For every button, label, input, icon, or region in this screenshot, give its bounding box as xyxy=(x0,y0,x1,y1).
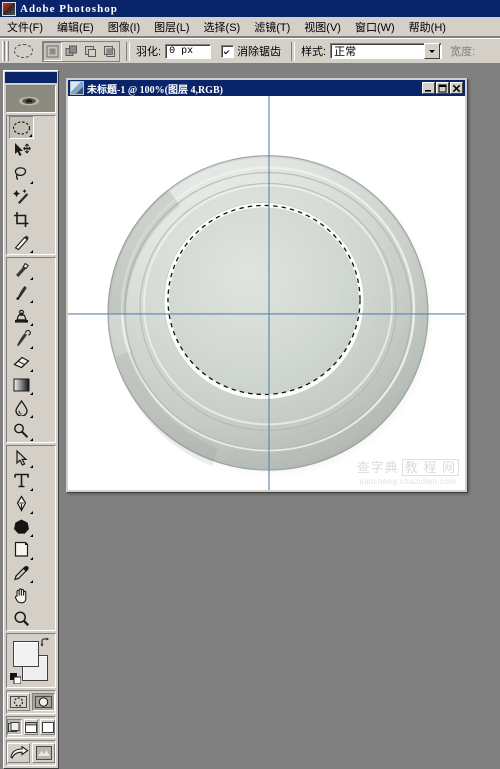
tool-magic-wand[interactable] xyxy=(9,185,34,208)
screen-mode-group xyxy=(6,716,56,738)
tool-dodge[interactable] xyxy=(9,419,34,442)
menu-filter[interactable]: 滤镜(T) xyxy=(247,17,297,37)
canvas-area[interactable]: 查字典教 程 网 jiaocheng.chazidian.com xyxy=(68,96,465,490)
tool-gradient[interactable] xyxy=(9,373,34,396)
photoshop-app-icon xyxy=(2,1,16,16)
photoshop-application-window: Adobe Photoshop 文件(F) 编辑(E) 图像(I) 图层(L) … xyxy=(0,0,500,769)
tool-blur[interactable] xyxy=(9,396,34,419)
menu-edit[interactable]: 编辑(E) xyxy=(50,17,101,37)
toolbox-group-vector xyxy=(6,445,56,631)
menu-file[interactable]: 文件(F) xyxy=(0,17,50,37)
foreground-color-swatch[interactable] xyxy=(13,641,39,667)
document-titlebar[interactable]: 未标题-1 @ 100%(图层 4,RGB) xyxy=(68,80,465,96)
jump-to-imageready-icon[interactable] xyxy=(7,743,30,763)
new-selection-icon[interactable] xyxy=(43,41,62,61)
menubar: 文件(F) 编辑(E) 图像(I) 图层(L) 选择(S) 滤镜(T) 视图(V… xyxy=(0,17,500,37)
menu-image[interactable]: 图像(I) xyxy=(101,17,147,37)
tool-pen[interactable] xyxy=(9,492,34,515)
tool-slice[interactable] xyxy=(9,231,34,254)
tool-hand[interactable] xyxy=(9,584,34,607)
subtract-from-selection-icon[interactable] xyxy=(81,42,100,61)
selection-mode-group xyxy=(42,40,120,62)
style-label: 样式: xyxy=(301,46,327,58)
tool-eraser[interactable] xyxy=(9,350,34,373)
maximize-button[interactable] xyxy=(436,82,449,94)
style-select[interactable]: 正常 xyxy=(330,43,443,59)
feather-input[interactable]: 0 px xyxy=(165,43,212,59)
antialias-label: 消除锯齿 xyxy=(237,46,282,58)
tool-notes[interactable] xyxy=(9,538,34,561)
tool-options-bar: 羽化: 0 px 消除锯齿 样式: 正常 宽度: xyxy=(0,38,500,64)
antialias-checkbox-box[interactable] xyxy=(221,44,235,58)
fullscreen-menubar-icon[interactable] xyxy=(23,719,39,735)
tool-path-selection[interactable] xyxy=(9,446,34,469)
photoshop-eye-logo xyxy=(6,85,56,113)
tool-crop[interactable] xyxy=(9,208,34,231)
default-colors-icon[interactable] xyxy=(10,673,21,684)
jump-to-imageready-group xyxy=(6,740,56,766)
width-label: 宽度: xyxy=(450,46,476,58)
toolbox-group-selection xyxy=(6,115,56,255)
fullscreen-icon[interactable] xyxy=(40,719,56,735)
tool-move[interactable] xyxy=(9,139,34,162)
antialias-checkbox[interactable]: 消除锯齿 xyxy=(221,43,285,59)
toolbox-palette xyxy=(3,70,59,769)
document-window: 未标题-1 @ 100%(图层 4,RGB) 查字典 教 程 网 jiaoche… xyxy=(66,78,467,492)
tool-elliptical-marquee[interactable] xyxy=(9,116,34,139)
tool-history-brush[interactable] xyxy=(9,327,34,350)
add-to-selection-icon[interactable] xyxy=(62,42,81,61)
elliptical-marquee-icon[interactable] xyxy=(12,41,34,61)
application-title: Adobe Photoshop xyxy=(20,2,118,15)
tool-zoom[interactable] xyxy=(9,607,34,630)
color-swatches-group xyxy=(6,633,56,688)
minimize-button[interactable] xyxy=(422,82,435,94)
feather-label: 羽化: xyxy=(136,46,162,58)
standard-mode-icon[interactable] xyxy=(7,693,30,711)
menu-view[interactable]: 视图(V) xyxy=(297,17,348,37)
swap-colors-icon[interactable] xyxy=(40,637,51,648)
intersect-selection-icon[interactable] xyxy=(100,42,119,61)
chevron-down-icon[interactable] xyxy=(424,43,441,59)
close-button[interactable] xyxy=(450,82,463,94)
toolbox-drag-grip[interactable] xyxy=(5,72,57,83)
ceramic-plate-artwork xyxy=(68,96,465,490)
menu-layer[interactable]: 图层(L) xyxy=(147,17,196,37)
tool-eyedropper[interactable] xyxy=(9,561,34,584)
document-title: 未标题-1 @ 100%(图层 4,RGB) xyxy=(87,84,223,96)
window-buttons xyxy=(422,82,464,94)
document-icon xyxy=(70,81,84,95)
tool-clone-stamp[interactable] xyxy=(9,304,34,327)
tool-healing-brush[interactable] xyxy=(9,258,34,281)
menu-window[interactable]: 窗口(W) xyxy=(348,17,402,37)
standard-screen-icon[interactable] xyxy=(7,719,22,735)
menu-select[interactable]: 选择(S) xyxy=(197,17,248,37)
application-titlebar: Adobe Photoshop xyxy=(0,0,500,17)
imageready-thumbnail-icon[interactable] xyxy=(32,743,55,763)
style-select-value: 正常 xyxy=(334,46,357,58)
tool-type[interactable] xyxy=(9,469,34,492)
menu-help[interactable]: 帮助(H) xyxy=(402,17,453,37)
toolbox-group-retouch xyxy=(6,257,56,443)
tool-lasso[interactable] xyxy=(9,162,34,185)
tool-brush[interactable] xyxy=(9,281,34,304)
options-bar-drag-grip[interactable] xyxy=(2,41,9,61)
tool-shape[interactable] xyxy=(9,515,34,538)
quickmask-group xyxy=(6,690,56,714)
quickmask-mode-icon[interactable] xyxy=(32,693,55,711)
